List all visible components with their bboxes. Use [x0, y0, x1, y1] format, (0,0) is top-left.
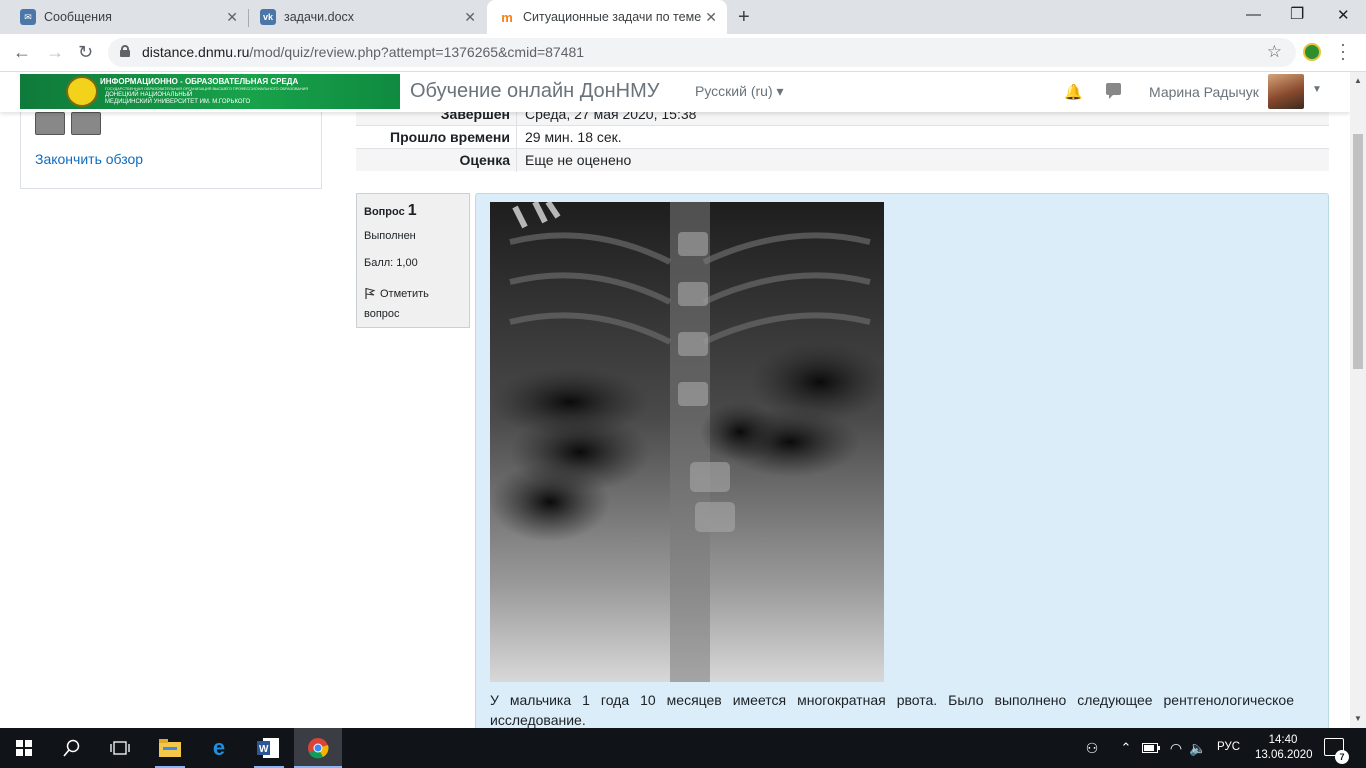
question-state: Выполнен	[364, 230, 416, 242]
new-tab-button[interactable]: +	[738, 6, 750, 29]
restore-icon[interactable]: ❐	[1290, 4, 1304, 24]
flag-question-link[interactable]: Отметить вопрос	[364, 284, 462, 324]
back-arrow-icon[interactable]: ←	[13, 42, 31, 62]
question-nav-button[interactable]	[71, 112, 101, 135]
question-info-panel: Вопрос 1 Выполнен Балл: 1,00 Отметить во…	[356, 193, 470, 328]
page-scrollbar[interactable]: ▲ ▼	[1350, 72, 1366, 728]
close-icon[interactable]: ✕	[226, 10, 238, 24]
close-icon[interactable]: ✕	[705, 10, 717, 24]
notification-count-badge: 7	[1335, 750, 1349, 764]
volume-icon[interactable]: 🔈	[1186, 736, 1210, 760]
logo-title: ИНФОРМАЦИОННО - ОБРАЗОВАТЕЛЬНАЯ СРЕДА	[100, 77, 299, 86]
reload-icon[interactable]: ↻	[78, 42, 93, 62]
user-menu-caret-icon[interactable]: ▼	[1312, 84, 1322, 95]
xray-image-drawing	[490, 202, 884, 682]
chrome-icon[interactable]	[306, 736, 330, 760]
browser-menu-icon[interactable]: · · ·	[1340, 35, 1346, 67]
summary-row-time: Прошло времени 29 мин. 18 сек.	[356, 125, 1329, 149]
logo-university: ДОНЕЦКИЙ НАЦИОНАЛЬНЫЙ МЕДИЦИНСКИЙ УНИВЕРС…	[105, 92, 251, 105]
scroll-down-icon[interactable]: ▼	[1354, 714, 1362, 723]
question-number: Вопрос 1	[364, 202, 417, 219]
finish-review-link[interactable]: Закончить обзор	[35, 151, 143, 167]
tab-title: Ситуационные задачи по теме	[523, 10, 702, 24]
question-text: У мальчика 1 года 10 месяцев имеется мно…	[490, 692, 1294, 728]
question-grade: Балл: 1,00	[364, 257, 418, 269]
windows-start-icon[interactable]	[12, 736, 36, 760]
windows-taskbar: e W ⚇ ⌃ ◠ 🔈 РУС 14:40 13.06.2020 7	[0, 728, 1366, 768]
input-language[interactable]: РУС	[1217, 741, 1240, 753]
user-avatar[interactable]	[1268, 74, 1304, 109]
people-icon[interactable]: ⚇	[1080, 736, 1104, 760]
task-view-icon[interactable]	[108, 736, 132, 760]
summary-value: 29 мин. 18 сек.	[516, 126, 622, 149]
summary-value: Еще не оценено	[516, 149, 631, 172]
system-clock[interactable]: 14:40 13.06.2020	[1255, 733, 1313, 763]
language-menu[interactable]: Русский (ru) ▾	[695, 83, 784, 100]
extension-icon[interactable]	[1303, 43, 1321, 61]
tab-title: задачи.docx	[284, 10, 355, 24]
scroll-up-icon[interactable]: ▲	[1354, 76, 1362, 85]
site-logo[interactable]: ИНФОРМАЦИОННО - ОБРАЗОВАТЕЛЬНАЯ СРЕДА ГО…	[20, 74, 400, 109]
svg-text:W: W	[259, 744, 269, 755]
browser-tab-messages[interactable]: ✉ Сообщения ✕	[8, 0, 248, 34]
file-explorer-icon[interactable]	[158, 736, 182, 760]
question-nav-button[interactable]	[35, 112, 65, 135]
browser-tab-docx[interactable]: vk задачи.docx ✕	[248, 0, 486, 34]
notification-bell-icon[interactable]: 🔔	[1064, 83, 1083, 101]
logo-subtitle: ГОСУДАРСТВЕННАЯ ОБРАЗОВАТЕЛЬНАЯ ОРГАНИЗА…	[105, 87, 309, 91]
question-content: У мальчика 1 года 10 месяцев имеется мно…	[475, 193, 1329, 728]
browser-tab-strip: ✉ Сообщения ✕ vk задачи.docx ✕ m Ситуаци…	[0, 0, 1366, 34]
tab-title: Сообщения	[44, 10, 112, 24]
search-icon[interactable]	[60, 736, 84, 760]
scrollbar-thumb[interactable]	[1353, 134, 1363, 369]
edge-browser-icon[interactable]: e	[207, 735, 231, 760]
word-icon[interactable]: W	[256, 736, 280, 760]
user-name[interactable]: Марина Радычук	[1149, 84, 1259, 100]
university-emblem-icon	[66, 76, 98, 107]
site-name-link[interactable]: Обучение онлайн ДонНМУ	[410, 80, 660, 103]
xray-image	[490, 202, 884, 682]
vk-messages-icon: ✉	[20, 9, 36, 25]
window-close-icon[interactable]: ✕	[1337, 6, 1350, 24]
browser-tab-quiz[interactable]: m Ситуационные задачи по теме ✕	[487, 0, 727, 34]
summary-row-grade: Оценка Еще не оценено	[356, 148, 1329, 172]
browser-toolbar: ← → ↻ distance.dnmu.ru/mod/quiz/review.p…	[0, 34, 1366, 72]
battery-icon[interactable]	[1139, 736, 1163, 760]
messages-icon[interactable]	[1106, 83, 1121, 99]
attempt-summary-table: Завершен Среда, 27 мая 2020, 15:38 Прошл…	[356, 102, 1329, 172]
address-bar[interactable]: distance.dnmu.ru/mod/quiz/review.php?att…	[108, 38, 1296, 67]
wifi-icon[interactable]: ◠	[1164, 736, 1188, 760]
page-viewport: Закончить обзор Завершен Среда, 27 мая 2…	[0, 72, 1350, 728]
bookmark-star-icon[interactable]: ☆	[1267, 42, 1282, 62]
minimize-icon[interactable]: —	[1246, 6, 1261, 23]
forward-arrow-icon[interactable]: →	[46, 42, 64, 62]
url-text: distance.dnmu.ru/mod/quiz/review.php?att…	[142, 44, 585, 60]
summary-label: Оценка	[459, 152, 510, 168]
vk-icon: vk	[260, 9, 276, 25]
flag-icon	[365, 288, 376, 299]
close-icon[interactable]: ✕	[464, 10, 476, 24]
moodle-icon: m	[501, 9, 513, 25]
site-navbar: ИНФОРМАЦИОННО - ОБРАЗОВАТЕЛЬНАЯ СРЕДА ГО…	[0, 72, 1350, 112]
tray-chevron-icon[interactable]: ⌃	[1114, 736, 1138, 760]
lock-icon	[120, 45, 130, 57]
summary-label: Прошло времени	[390, 129, 510, 145]
